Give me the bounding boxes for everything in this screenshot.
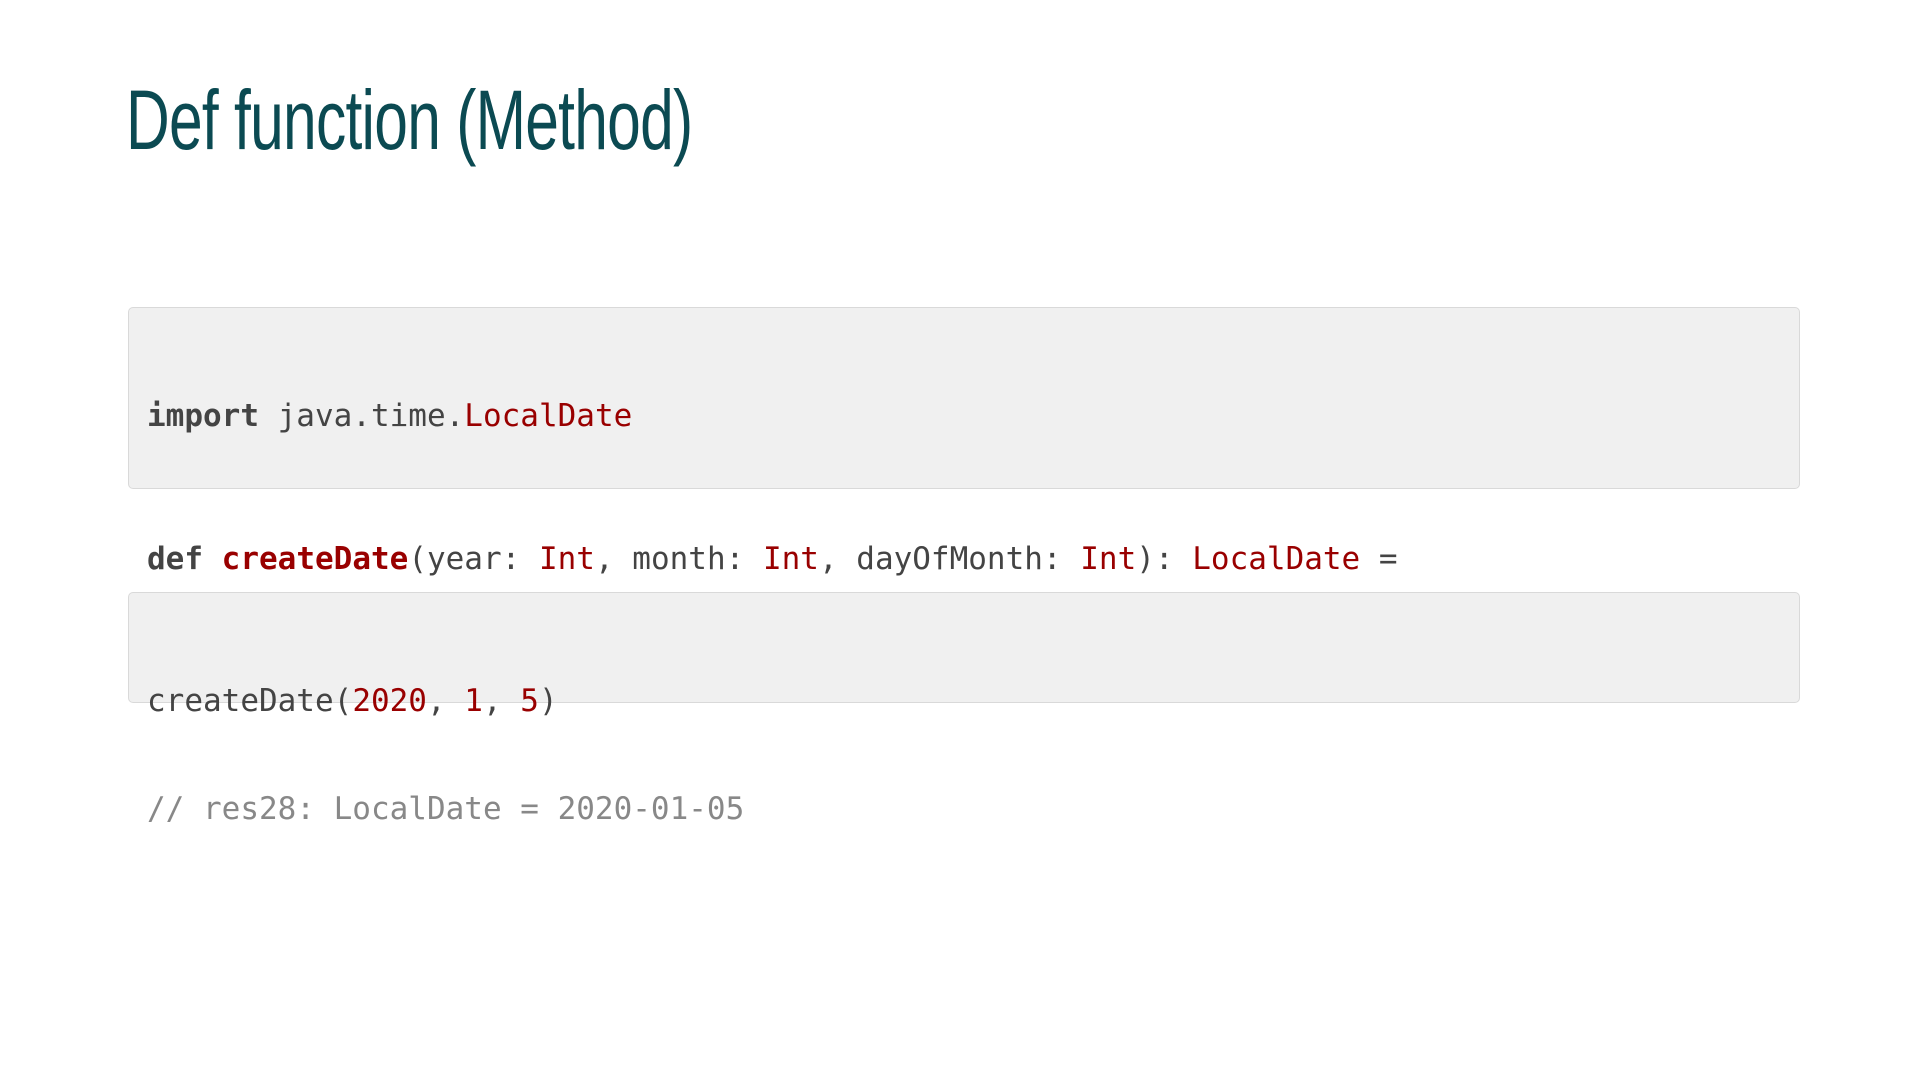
- param-month: , month:: [594, 541, 763, 577]
- function-definition-code-block: import java.time.LocalDate def createDat…: [128, 307, 1800, 685]
- def-space: [203, 541, 222, 577]
- param-year-type: Int: [538, 541, 595, 577]
- function-name: createDate: [221, 541, 409, 577]
- import-type: LocalDate: [464, 398, 633, 434]
- call-separator-1: ,: [426, 683, 465, 719]
- call-arg-year: 2020: [352, 683, 427, 719]
- param-day-type: Int: [1080, 541, 1137, 577]
- result-comment: // res28: LocalDate = 2020-01-05: [147, 791, 745, 827]
- return-separator: ):: [1136, 541, 1193, 577]
- param-month-type: Int: [762, 541, 819, 577]
- param-year: (year:: [408, 541, 539, 577]
- equals-sign: =: [1360, 541, 1398, 577]
- call-separator-2: ,: [482, 683, 521, 719]
- slide-title: Def function (Method): [126, 73, 693, 167]
- def-line: def createDate(year: Int, month: Int, da…: [147, 541, 1781, 577]
- function-call-code-block: createDate(2020, 1, 5) // res28: LocalDa…: [128, 592, 1800, 827]
- param-day: , dayOfMonth:: [818, 541, 1081, 577]
- import-keyword: import: [147, 398, 259, 434]
- call-close-paren: ): [538, 683, 558, 719]
- call-arg-month: 1: [464, 683, 483, 719]
- return-type: LocalDate: [1192, 541, 1361, 577]
- call-function: createDate(: [147, 683, 353, 719]
- import-line: import java.time.LocalDate: [147, 398, 1781, 434]
- import-package: java.time.: [258, 398, 465, 434]
- call-line: createDate(2020, 1, 5): [147, 683, 1781, 719]
- def-keyword: def: [147, 541, 203, 577]
- call-arg-day: 5: [520, 683, 539, 719]
